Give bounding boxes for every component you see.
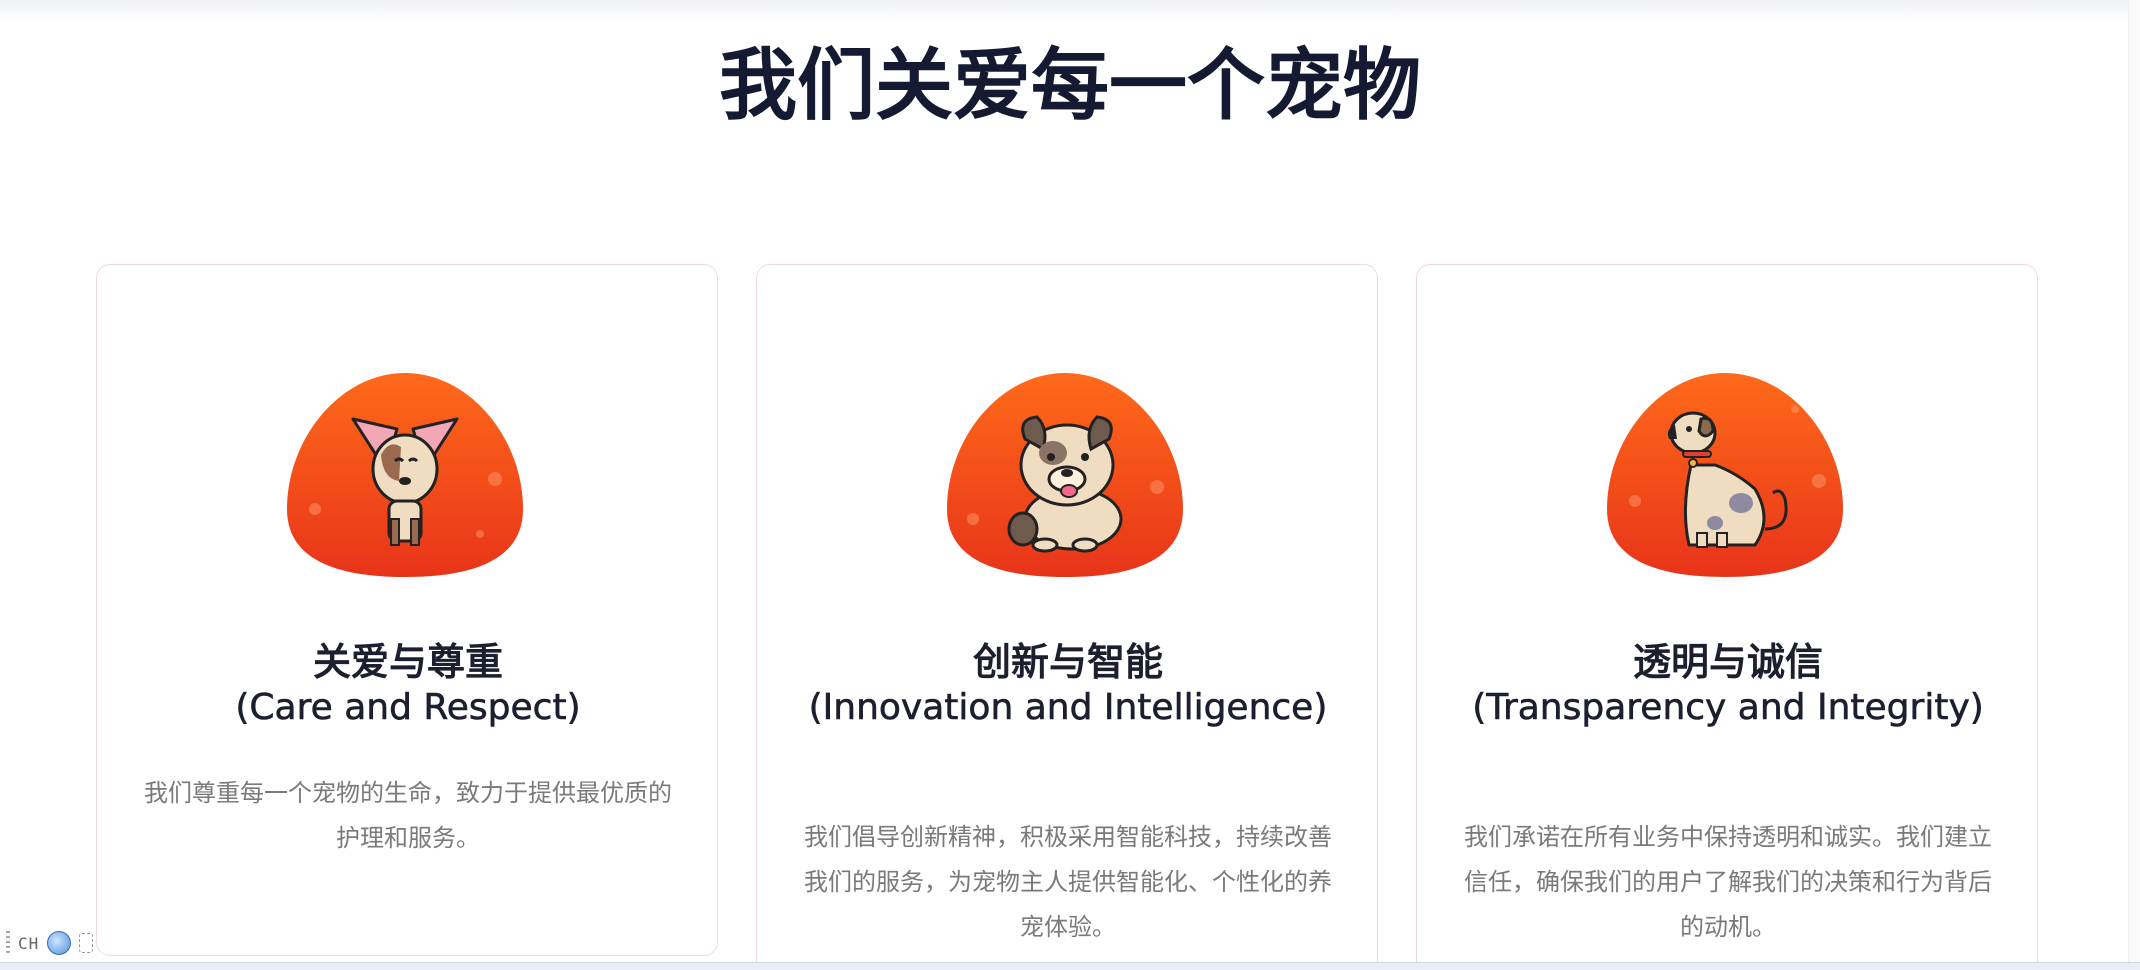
card-description: 我们倡导创新精神，积极采用智能科技，持续改善我们的服务，为宠物主人提供智能化、个… bbox=[804, 823, 1332, 941]
card-title-en: (Transparency and Integrity) bbox=[1472, 687, 1984, 729]
soft-keyboard-icon[interactable] bbox=[79, 933, 94, 953]
header-shadow bbox=[0, 0, 2140, 22]
card-title-en: (Innovation and Intelligence) bbox=[808, 687, 1328, 729]
card-title-en: (Care and Respect) bbox=[235, 687, 581, 729]
value-card-transparency: 透明与诚信 (Transparency and Integrity) 我们承诺在… bbox=[1416, 264, 2038, 970]
sitting-spotted-dog-icon bbox=[1605, 369, 1845, 579]
card-title-zh: 关爱与尊重 bbox=[312, 640, 503, 684]
card-title: 透明与诚信 (Transparency and Integrity) bbox=[1437, 639, 2019, 730]
card-title-zh: 创新与智能 bbox=[972, 640, 1163, 684]
chihuahua-dog-icon bbox=[285, 369, 525, 579]
ime-language-label[interactable]: CH bbox=[18, 934, 39, 953]
card-title: 创新与智能 (Innovation and Intelligence) bbox=[777, 639, 1359, 730]
bulldog-icon bbox=[945, 369, 1185, 579]
ime-toolbar[interactable]: CH bbox=[6, 928, 94, 958]
card-description: 我们尊重每一个宠物的生命，致力于提供最优质的护理和服务。 bbox=[144, 779, 672, 852]
value-card-care: 关爱与尊重 (Care and Respect) 我们尊重每一个宠物的生命，致力… bbox=[96, 264, 718, 956]
page-title: 我们关爱每一个宠物 bbox=[718, 41, 1421, 131]
taskbar-edge bbox=[0, 962, 2140, 970]
card-title: 关爱与尊重 (Care and Respect) bbox=[117, 639, 699, 730]
card-title-zh: 透明与诚信 bbox=[1632, 640, 1823, 684]
page: 我们关爱每一个宠物 关爱与尊重 (Care and Respect) 我们尊重每… bbox=[0, 0, 2140, 970]
card-description: 我们承诺在所有业务中保持透明和诚实。我们建立信任，确保我们的用户了解我们的决策和… bbox=[1464, 823, 1992, 941]
scrollbar[interactable] bbox=[2128, 0, 2140, 962]
globe-icon[interactable] bbox=[47, 931, 72, 955]
drag-handle-icon[interactable] bbox=[6, 931, 10, 955]
value-card-innovation: 创新与智能 (Innovation and Intelligence) 我们倡导… bbox=[756, 264, 1378, 970]
